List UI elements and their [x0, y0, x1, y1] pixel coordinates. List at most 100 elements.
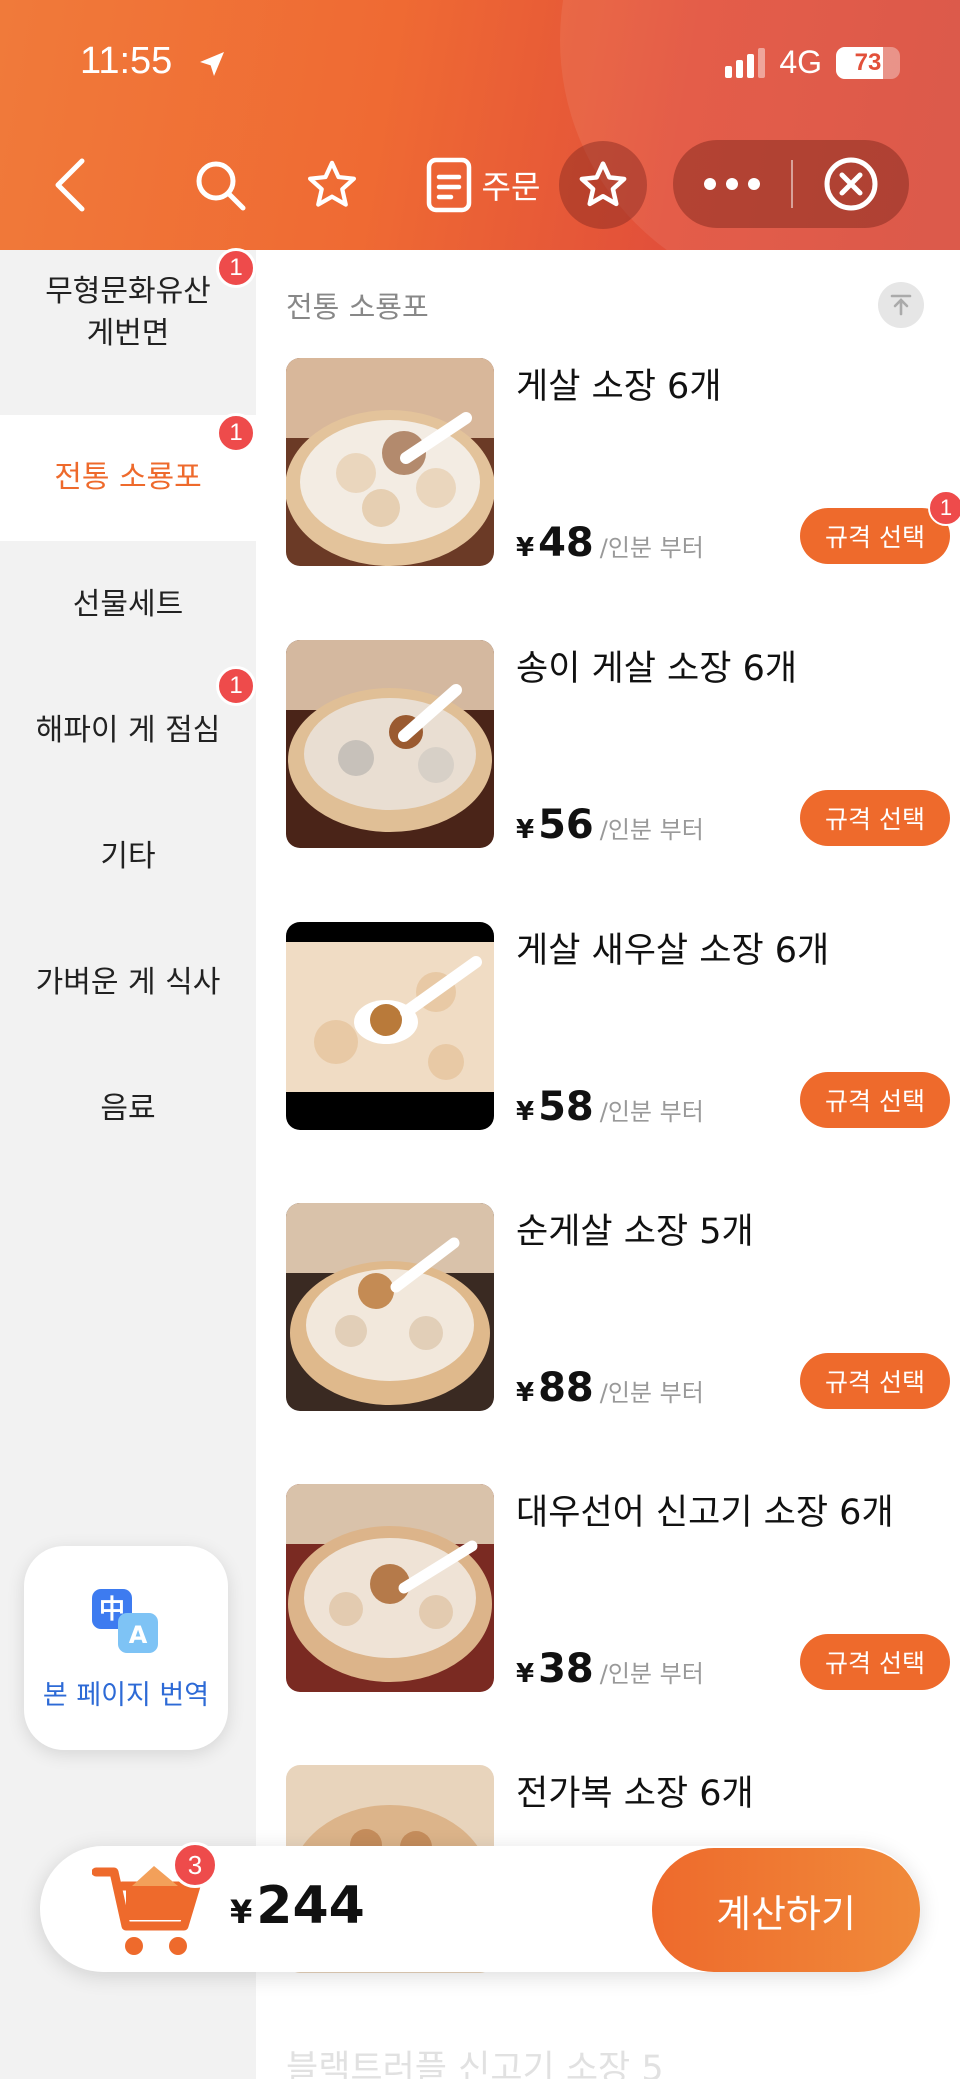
search-button[interactable] — [190, 140, 250, 230]
product-item[interactable]: 게살 소장 6개 ¥ 48 /인분 부터 규격 선택 1 — [286, 358, 960, 568]
select-spec-label: 규격 선택 — [825, 1649, 925, 1678]
status-right: 4G 73 — [725, 44, 900, 81]
product-name: 송이 게살 소장 6개 — [516, 649, 798, 689]
cart-bar: 3 ¥ 244 계산하기 — [40, 1842, 920, 1972]
select-spec-label: 규격 선택 — [825, 1087, 925, 1116]
back-button[interactable] — [40, 140, 100, 230]
select-spec-button[interactable]: 규격 선택 1 — [800, 490, 960, 564]
product-image[interactable] — [286, 1484, 494, 1692]
order-button[interactable]: 주문 — [418, 140, 548, 230]
select-spec-label: 규격 선택 — [825, 1368, 925, 1397]
location-arrow-icon — [200, 52, 224, 76]
cellular-signal-icon — [725, 47, 766, 78]
dumpling-basket-image — [286, 640, 494, 848]
sidebar-item-label: 해파이 게 점심 — [35, 713, 221, 748]
product-price: ¥ 38 /인분 부터 — [516, 1646, 704, 1692]
sidebar-item-others[interactable]: 기타 — [0, 794, 256, 920]
sidebar-item-traditional-xlb[interactable]: 전통 소룡포 1 — [0, 413, 256, 541]
star-outline-icon — [307, 160, 357, 207]
product-image[interactable] — [286, 922, 494, 1130]
cart-count-badge: 3 — [172, 1842, 218, 1888]
dumpling-basket-image — [286, 358, 494, 566]
product-name: 전가복 소장 6개 — [516, 1774, 754, 1814]
translate-icon-en: A — [129, 1621, 148, 1649]
select-spec-label: 규격 선택 — [825, 523, 925, 552]
dumpling-spoon-image — [286, 922, 494, 1130]
product-image[interactable] — [286, 1203, 494, 1411]
price-unit: /인분 부터 — [599, 1098, 704, 1126]
price-value: 48 — [538, 520, 594, 566]
product-item[interactable]: 게살 새우살 소장 6개 ¥ 58 /인분 부터 규격 선택 — [286, 922, 950, 1132]
arrow-to-top-icon — [890, 294, 912, 316]
product-item[interactable]: 순게살 소장 5개 ¥ 88 /인분 부터 규격 선택 — [286, 1203, 950, 1413]
count-badge: 1 — [216, 666, 256, 706]
product-name: 게살 소장 6개 — [516, 367, 722, 407]
sidebar-item-label: 가벼운 게 식사 — [35, 965, 221, 1000]
product-image[interactable] — [286, 640, 494, 848]
checkout-button[interactable]: 계산하기 — [652, 1848, 920, 1972]
order-doc-icon — [426, 157, 471, 213]
product-name: 대우선어 신고기 소장 6개 — [516, 1493, 894, 1533]
battery-level: 73 — [854, 48, 882, 76]
sidebar-item-gift-set[interactable]: 선물세트 — [0, 542, 256, 668]
count-badge: 1 — [216, 248, 256, 288]
currency-symbol: ¥ — [516, 1097, 535, 1127]
product-list: 전통 소룡포 게살 소장 6개 ¥ 48 /인분 부터 규격 선택 1 송이 게… — [256, 250, 960, 2079]
price-value: 38 — [538, 1646, 594, 1692]
category-sidebar: 무형문화유산 게번면 1 전통 소룡포 1 선물세트 해파이 게 점심 1 기타… — [0, 248, 256, 2079]
price-unit: /인분 부터 — [599, 534, 704, 562]
translate-icon: 中 A — [92, 1588, 158, 1653]
product-image[interactable] — [286, 358, 494, 566]
sidebar-item-label: 무형문화유산 게번면 — [45, 274, 211, 351]
battery-icon: 73 — [836, 46, 900, 79]
product-item[interactable]: 송이 게살 소장 6개 ¥ 56 /인분 부터 규격 선택 — [286, 640, 950, 850]
network-type: 4G — [779, 44, 822, 80]
sidebar-item-crab-lunch[interactable]: 해파이 게 점심 1 — [0, 666, 256, 794]
sidebar-item-label: 선물세트 — [72, 587, 184, 622]
close-circle-icon — [824, 157, 878, 211]
next-product-name: 블랙트러플 신고기 소장 5 — [286, 2049, 664, 2079]
more-button[interactable] — [673, 140, 791, 228]
product-price: ¥ 56 /인분 부터 — [516, 802, 704, 848]
price-unit: /인분 부터 — [599, 1660, 704, 1688]
sidebar-item-label: 음료 — [100, 1091, 156, 1126]
nav-row: 주문 — [0, 140, 960, 230]
dumpling-basket-image — [286, 1203, 494, 1411]
product-item[interactable]: 대우선어 신고기 소장 6개 ¥ 38 /인분 부터 규격 선택 — [286, 1484, 950, 1694]
product-name: 순게살 소장 5개 — [516, 1212, 754, 1252]
currency-symbol: ¥ — [230, 1893, 253, 1931]
count-badge: 1 — [928, 490, 960, 526]
more-dots-icon — [704, 178, 760, 190]
select-spec-button[interactable]: 규격 선택 — [800, 1072, 950, 1128]
sidebar-item-drinks[interactable]: 음료 — [0, 1046, 256, 1172]
sidebar-item-light-crab-meal[interactable]: 가벼운 게 식사 — [0, 920, 256, 1046]
translate-label: 본 페이지 번역 — [42, 1679, 210, 1711]
app-header: 11:55 4G 73 주문 — [0, 0, 960, 250]
price-value: 58 — [538, 1084, 594, 1130]
select-spec-button[interactable]: 규격 선택 — [800, 1353, 950, 1409]
cart-total-value: 244 — [256, 1876, 365, 1936]
sidebar-item-heritage-noodles[interactable]: 무형문화유산 게번면 1 — [0, 248, 256, 376]
select-spec-button[interactable]: 규격 선택 — [800, 790, 950, 846]
close-button[interactable] — [793, 140, 909, 228]
price-value: 88 — [538, 1365, 594, 1411]
search-icon — [196, 161, 246, 211]
favorite-button[interactable] — [300, 140, 364, 230]
currency-symbol: ¥ — [516, 815, 535, 845]
checkout-label: 계산하기 — [716, 1891, 856, 1936]
currency-symbol: ¥ — [516, 1378, 535, 1408]
price-unit: /인분 부터 — [599, 1379, 704, 1407]
currency-symbol: ¥ — [516, 1659, 535, 1689]
price-unit: /인분 부터 — [599, 816, 704, 844]
back-icon — [55, 158, 85, 212]
product-price: ¥ 88 /인분 부터 — [516, 1365, 704, 1411]
collect-button[interactable] — [559, 140, 647, 230]
scroll-top-button[interactable] — [878, 282, 924, 328]
translate-icon-zh: 中 — [99, 1595, 125, 1625]
translate-page-button[interactable]: 中 A 본 페이지 번역 — [24, 1546, 228, 1750]
product-price: ¥ 48 /인분 부터 — [516, 520, 704, 566]
collect-star-bg — [559, 141, 647, 229]
mini-program-capsule — [673, 140, 909, 228]
select-spec-button[interactable]: 규격 선택 — [800, 1634, 950, 1690]
star-icon — [579, 161, 627, 207]
